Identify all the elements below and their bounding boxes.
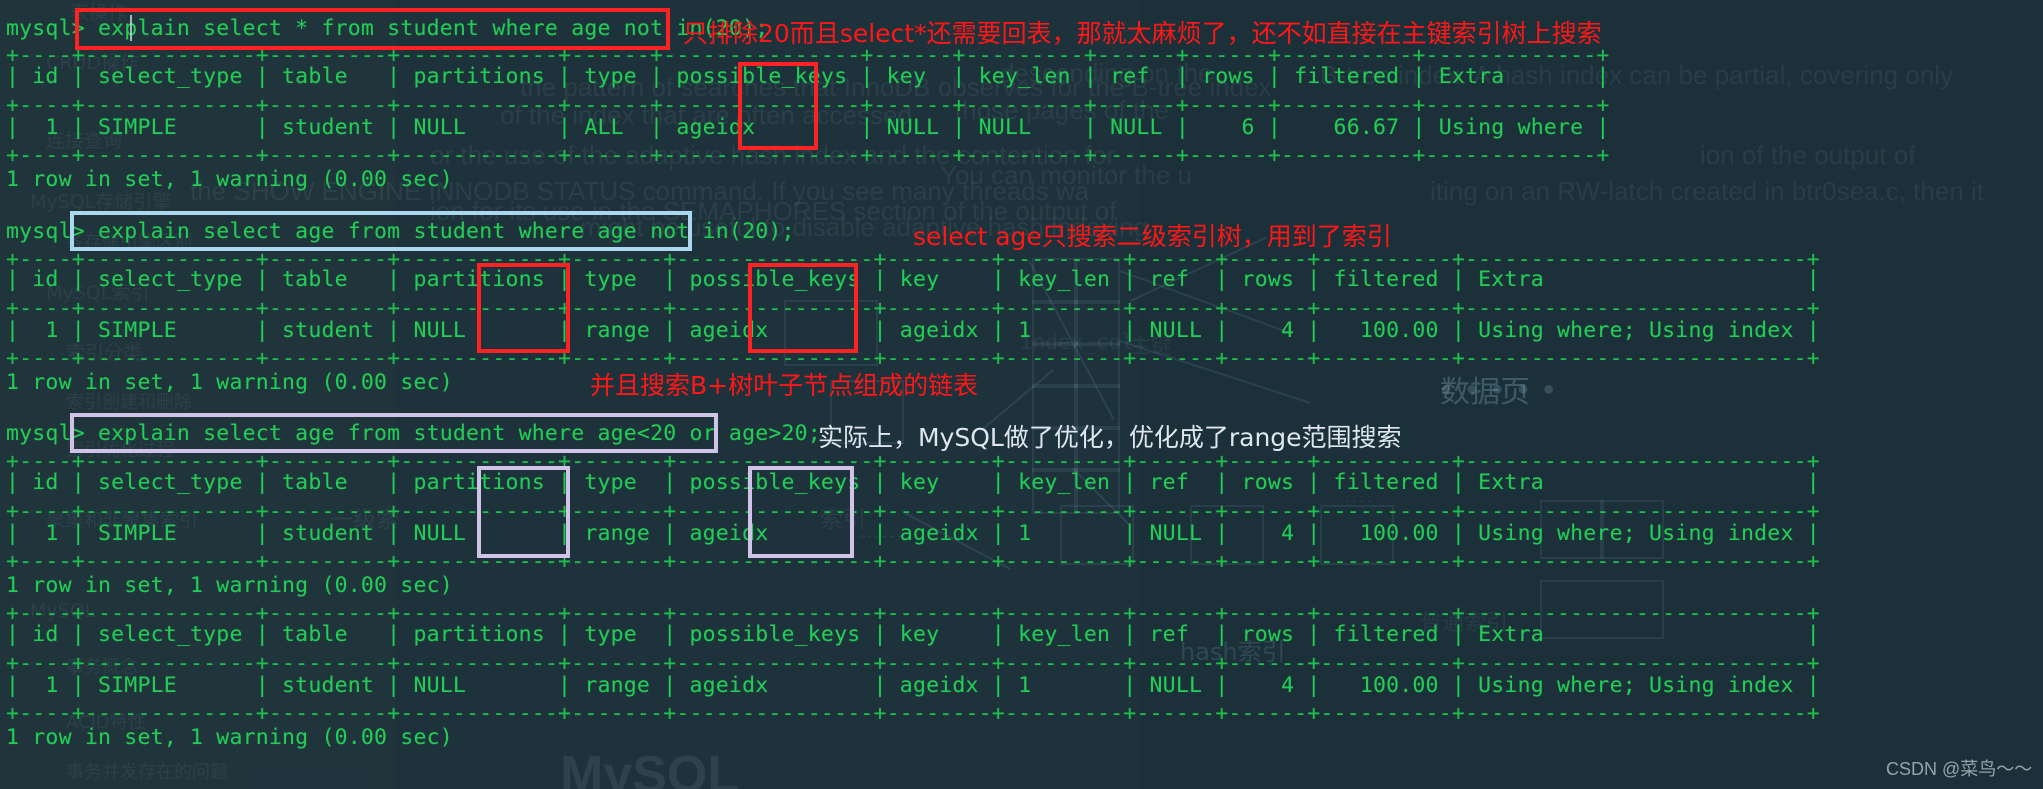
- highlight-box-type-column-2: [477, 263, 570, 353]
- highlight-box-command-1: [75, 8, 670, 50]
- result-line-3: 1 row in set, 1 warning (0.00 sec): [6, 573, 453, 598]
- text-cursor: [130, 15, 132, 41]
- highlight-box-command-2: [70, 211, 692, 251]
- result-line-2: 1 row in set, 1 warning (0.00 sec): [6, 370, 453, 395]
- table-row-2: | 1 | SIMPLE | student | NULL | range | …: [6, 318, 1820, 343]
- highlight-box-command-3: [70, 413, 718, 453]
- result-line-4: 1 row in set, 1 warning (0.00 sec): [6, 725, 453, 750]
- terminal-output: mysql> explain select * from student whe…: [0, 0, 2043, 789]
- table-header-4: | id | select_type | table | partitions …: [6, 622, 1820, 647]
- annotation-note-4: 实际上，MySQL做了优化，优化成了range范围搜索: [818, 423, 1402, 452]
- table-separator-4c: +----+-------------+---------+----------…: [6, 701, 1820, 726]
- highlight-box-type-column-3: [477, 466, 570, 558]
- annotation-note-3: 并且搜索B+树叶子节点组成的链表: [590, 371, 979, 400]
- highlight-box-key-column-1: [738, 62, 818, 150]
- table-separator-3c: +----+-------------+---------+----------…: [6, 549, 1820, 574]
- watermark-csdn: CSDN @菜鸟～～: [1886, 759, 2033, 779]
- annotation-note-1: 只排除20而且select*还需要回表，那就太麻烦了，还不如直接在主键索引树上搜…: [683, 19, 1602, 48]
- result-line-1: 1 row in set, 1 warning (0.00 sec): [6, 167, 453, 192]
- table-header-3: | id | select_type | table | partitions …: [6, 470, 1820, 495]
- table-row-3: | 1 | SIMPLE | student | NULL | range | …: [6, 521, 1820, 546]
- terminal-screen: descending on the those pages of the the…: [0, 0, 2043, 789]
- table-row-4: | 1 | SIMPLE | student | NULL | range | …: [6, 673, 1820, 698]
- highlight-box-key-column-2: [748, 263, 858, 353]
- annotation-note-2: select age只搜索二级索引树，用到了索引: [913, 222, 1392, 251]
- highlight-box-key-column-3: [748, 466, 854, 558]
- table-header-2: | id | select_type | table | partitions …: [6, 267, 1820, 292]
